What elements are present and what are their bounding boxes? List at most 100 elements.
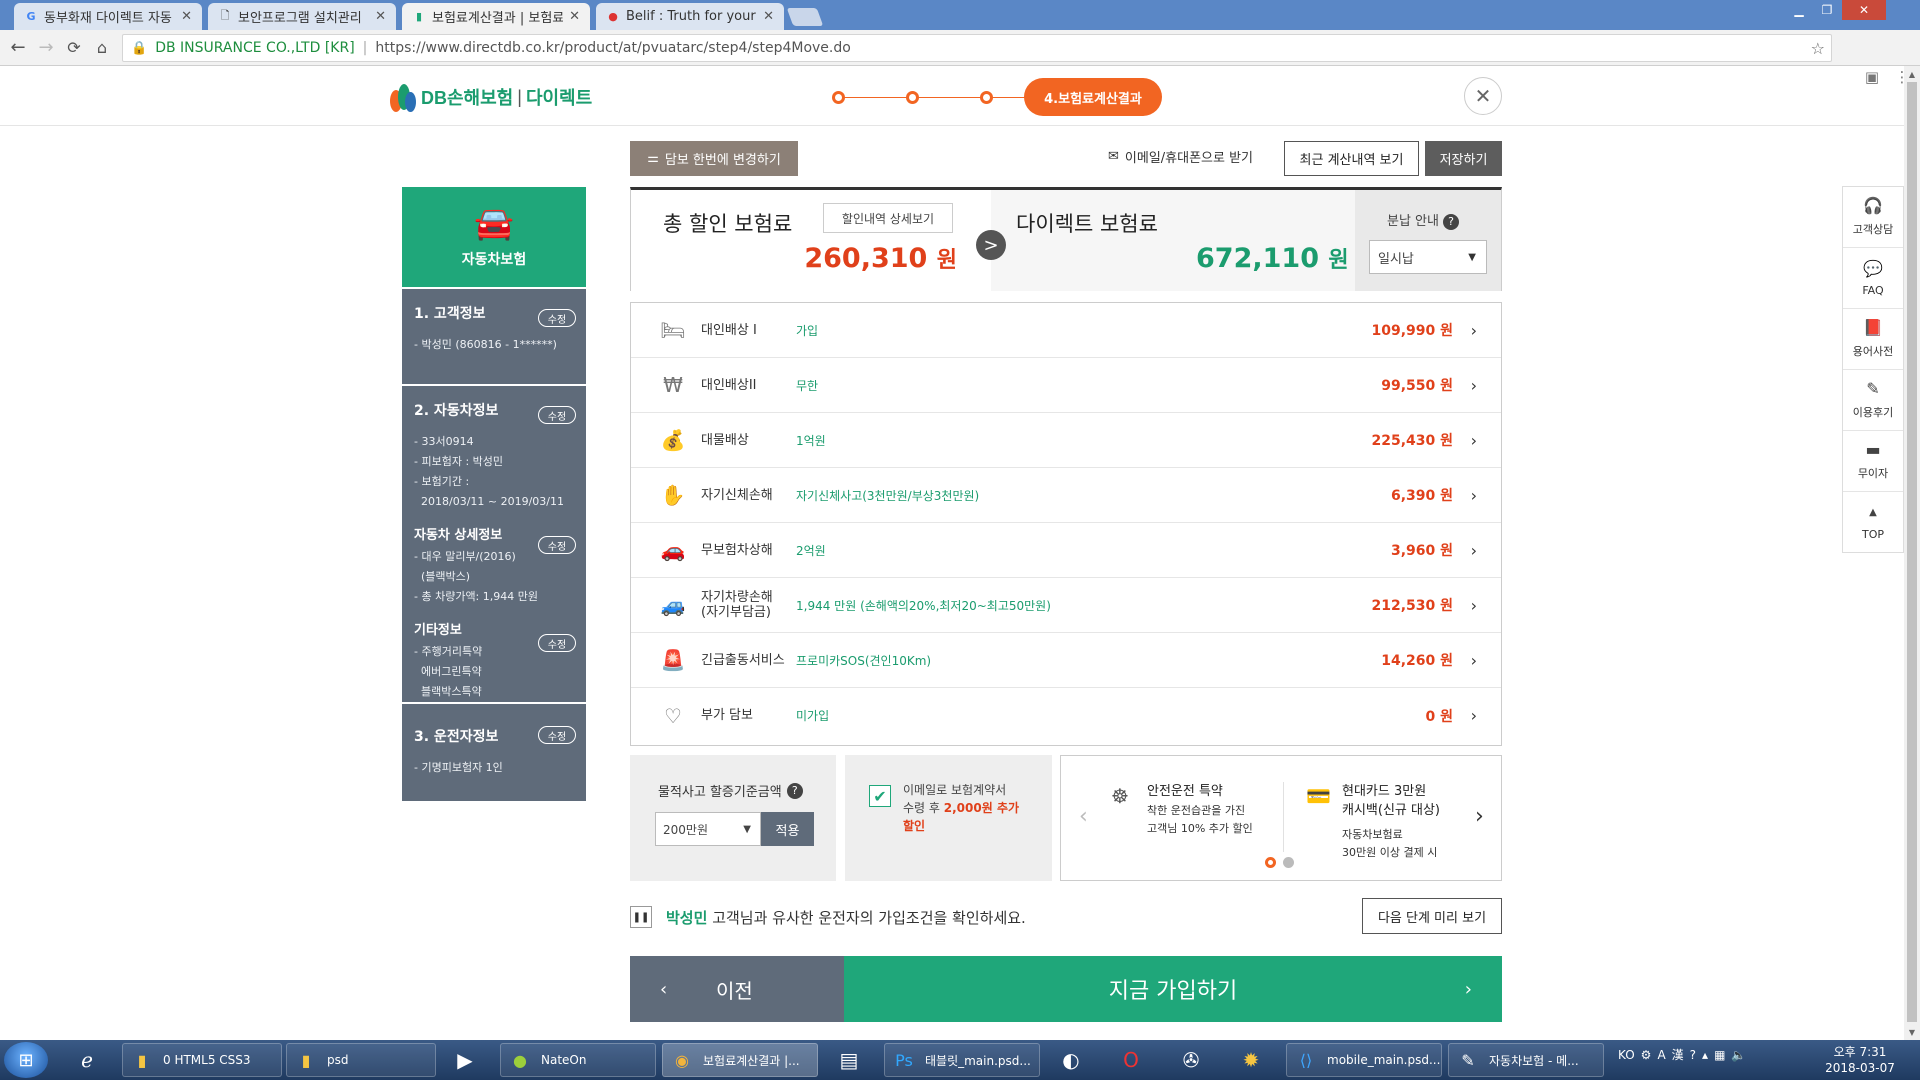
new-tab-button[interactable]	[786, 8, 824, 26]
step-1-dot[interactable]	[832, 91, 845, 104]
taskbar-item[interactable]: Ps 태블릿_main.psd...	[884, 1043, 1040, 1077]
carousel-prev-icon[interactable]: ‹	[1079, 804, 1088, 829]
ime-icon[interactable]: ⚙	[1641, 1048, 1652, 1062]
coverage-row[interactable]: 🛏 대인배상 I 가입 109,990 원 ›	[631, 303, 1501, 358]
ie-icon[interactable]: ℯ	[62, 1043, 112, 1077]
help-icon[interactable]: ?	[1442, 213, 1459, 230]
taskbar-item[interactable]: ● NateOn	[500, 1043, 656, 1077]
help-icon[interactable]: ?	[786, 782, 803, 799]
quick-interest-free[interactable]: ▬ 무이자	[1843, 431, 1903, 492]
edit-driver-button[interactable]: 수정	[538, 726, 576, 744]
ime-a-icon[interactable]: A	[1657, 1048, 1665, 1062]
pause-icon[interactable]: ❚❚	[630, 906, 652, 928]
taskbar-item[interactable]: ✎ 자동차보험 - 메...	[1448, 1043, 1604, 1077]
coverage-row[interactable]: 🚗 무보험차상해 2억원 3,960 원 ›	[631, 523, 1501, 578]
quick-faq[interactable]: 💬 FAQ	[1843, 248, 1903, 309]
tray-lang[interactable]: KO	[1618, 1048, 1635, 1062]
help-icon[interactable]: ?	[1690, 1048, 1696, 1062]
ietester-icon[interactable]: ✹	[1226, 1043, 1276, 1077]
coverage-name: 자기신체손해	[701, 487, 773, 503]
scroll-up-icon[interactable]: ▲	[1904, 66, 1920, 82]
quick-glossary[interactable]: 📕 용어사전	[1843, 309, 1903, 370]
edit-other-button[interactable]: 수정	[538, 634, 576, 652]
window-close-icon[interactable]: ✕	[1842, 0, 1886, 20]
installment-select[interactable]: 일시납 ▼	[1369, 240, 1487, 274]
property-threshold-value: 200만원	[663, 822, 708, 837]
taskbar-item[interactable]: ▮ 0 HTML5 CSS3	[122, 1043, 282, 1077]
apply-button[interactable]: 적용	[761, 812, 814, 846]
home-icon[interactable]: ⌂	[88, 38, 116, 57]
vertical-scrollbar[interactable]: ▲ ▼	[1904, 66, 1920, 1040]
taskbar-item[interactable]: ◉ 보험료계산결과 |...	[662, 1043, 818, 1077]
step-3-dot[interactable]	[980, 91, 993, 104]
email-phone-link[interactable]: ✉ 이메일/휴대폰으로 받기	[1108, 147, 1253, 166]
coverage-row[interactable]: ✋ 자기신체손해 자기신체사고(3천만원/부상3천만원) 6,390 원 ›	[631, 468, 1501, 523]
edit-car-detail-button[interactable]: 수정	[538, 536, 576, 554]
bookmark-star-icon[interactable]: ☆	[1811, 39, 1825, 58]
carousel-dot-2[interactable]	[1283, 857, 1294, 868]
edit-customer-button[interactable]: 수정	[538, 309, 576, 327]
taskbar-clock[interactable]: 오후 7:31 2018-03-07	[1822, 1044, 1898, 1076]
next-step-preview-button[interactable]: 다음 단계 미리 보기	[1362, 898, 1502, 934]
scroll-thumb[interactable]	[1907, 82, 1917, 1022]
amount-value: 672,110	[1196, 243, 1319, 274]
site-org: DB INSURANCE CO.,LTD [KR]	[155, 40, 355, 56]
tab-close-icon[interactable]: ✕	[375, 9, 386, 24]
carousel-next-icon[interactable]: ›	[1475, 804, 1484, 829]
close-icon[interactable]: ✕	[1464, 77, 1502, 115]
browser-tab-4[interactable]: ● Belif : Truth for your sk ✕	[596, 3, 784, 30]
address-bar: ← → ⟳ ⌂ 🔒 DB INSURANCE CO.,LTD [KR] | ht…	[0, 30, 1920, 86]
nateon-icon: ●	[513, 1050, 527, 1070]
network-icon[interactable]: ▦	[1714, 1048, 1725, 1062]
volume-icon[interactable]: 🔈	[1731, 1048, 1746, 1062]
db-logo[interactable]: DB손해보험 | 다이렉트	[390, 80, 592, 114]
forward-icon[interactable]: →	[32, 37, 60, 58]
browser-tab-1[interactable]: G 동부화재 다이렉트 자동 ✕	[14, 3, 202, 30]
quick-top[interactable]: ▲ TOP	[1843, 492, 1903, 553]
media-player-icon[interactable]: ▶	[440, 1043, 490, 1077]
start-button[interactable]: ⊞	[4, 1042, 48, 1078]
quick-reviews[interactable]: ✎ 이용후기	[1843, 370, 1903, 431]
chevron-right-icon: ›	[1470, 485, 1477, 505]
save-button[interactable]: 저장하기	[1425, 141, 1502, 176]
coverage-row[interactable]: ♡ 부가 담보 미가입 0 원 ›	[631, 688, 1501, 743]
safari-icon[interactable]: ✇	[1166, 1043, 1216, 1077]
maximize-icon[interactable]: ❐	[1814, 0, 1840, 20]
url-input[interactable]: 🔒 DB INSURANCE CO.,LTD [KR] | https://ww…	[122, 34, 1832, 62]
browser-tab-3[interactable]: ▮ 보험료계산결과 | 보험료 ✕	[402, 3, 590, 30]
minimize-icon[interactable]: ▁	[1786, 0, 1812, 20]
amount-unit: 원	[1328, 248, 1349, 273]
coverage-row[interactable]: 🚙 자기차량손해 (자기부담금) 1,944 만원 (손해액의20%,최저20~…	[631, 578, 1501, 633]
quick-consult[interactable]: 🎧 고객상담	[1843, 187, 1903, 248]
discount-detail-button[interactable]: 할인내역 상세보기	[823, 203, 953, 233]
opera-icon[interactable]: O	[1106, 1043, 1156, 1077]
coverage-row[interactable]: 🚨 긴급출동서비스 프로미카SOS(견인10Km) 14,260 원 ›	[631, 633, 1501, 688]
ime-hanja-icon[interactable]: 漢	[1672, 1046, 1684, 1063]
property-threshold-select[interactable]: 200만원 ▼	[655, 812, 761, 846]
email-discount-checkbox[interactable]: ✔	[869, 785, 891, 807]
tab-close-icon[interactable]: ✕	[569, 9, 580, 24]
excel-icon[interactable]: ▤	[824, 1043, 874, 1077]
recent-calc-button[interactable]: 최근 계산내역 보기	[1284, 141, 1419, 176]
edit-car-button[interactable]: 수정	[538, 406, 576, 424]
tab-close-icon[interactable]: ✕	[181, 9, 192, 24]
change-all-coverage-button[interactable]: ⚌ 담보 한번에 변경하기	[630, 141, 798, 176]
join-now-button[interactable]: 지금 가입하기 ›	[844, 956, 1502, 1022]
step-2-dot[interactable]	[906, 91, 919, 104]
carousel-dot-1[interactable]	[1265, 857, 1276, 868]
taskbar-item[interactable]: ⟨⟩ mobile_main.psd...	[1286, 1043, 1442, 1077]
taskbar-item[interactable]: ▮ psd	[286, 1043, 436, 1077]
coverage-row[interactable]: 💰 대물배상 1억원 225,430 원 ›	[631, 413, 1501, 468]
browser-tab-2[interactable]: 🗋 보안프로그램 설치관리 ✕	[208, 3, 396, 30]
quick-label: 고객상담	[1852, 223, 1894, 236]
scroll-down-icon[interactable]: ▼	[1904, 1024, 1920, 1040]
tray-expand-icon[interactable]: ▴	[1702, 1048, 1708, 1062]
back-icon[interactable]: ←	[4, 37, 32, 58]
firefox-icon[interactable]: ◐	[1046, 1043, 1096, 1077]
coverage-row[interactable]: ₩ 대인배상II 무한 99,550 원 ›	[631, 358, 1501, 413]
previous-button[interactable]: ‹ 이전	[630, 956, 844, 1022]
siren-icon: 🚨	[660, 648, 686, 672]
tab-close-icon[interactable]: ✕	[763, 9, 774, 24]
email-phone-label: 이메일/휴대폰으로 받기	[1124, 151, 1254, 166]
reload-icon[interactable]: ⟳	[60, 38, 88, 57]
